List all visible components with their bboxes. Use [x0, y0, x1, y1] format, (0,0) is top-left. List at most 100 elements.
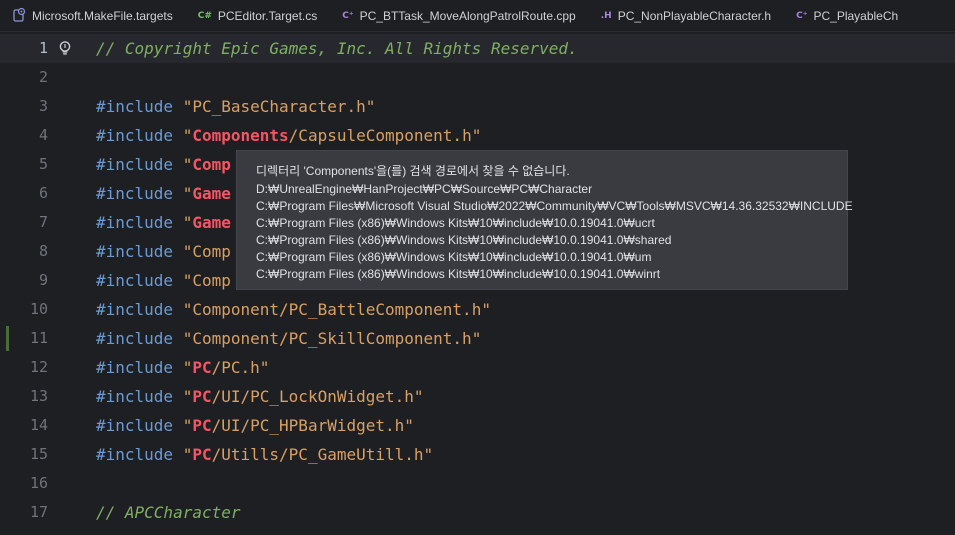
- editor-tab[interactable]: C⁺ PC_BTTask_MoveAlongPatrolRoute.cpp: [329, 0, 587, 31]
- code-token: #include: [96, 155, 183, 174]
- code-token: Components: [192, 126, 289, 145]
- editor-tab-label: PCEditor.Target.cs: [217, 8, 318, 23]
- code-token: PC: [192, 358, 212, 377]
- code-token: #include: [96, 416, 183, 435]
- code-token: PC: [192, 416, 212, 435]
- line-number: 2: [38, 68, 48, 86]
- csharp-file-icon: C#: [197, 10, 212, 21]
- line-number: 17: [29, 503, 48, 521]
- code-token: "PC_BaseCharacter.h": [182, 97, 376, 116]
- code-token: Game: [192, 184, 231, 203]
- code-token: #include: [96, 184, 183, 203]
- code-token: // APCCharacter: [96, 503, 241, 522]
- tooltip-path-list: D:₩UnrealEngine₩HanProject₩PC₩Source₩PC₩…: [256, 181, 853, 283]
- code-line[interactable]: 1 // Copyright Epic Games, Inc. All Right…: [0, 34, 955, 63]
- editor-tab-label: Microsoft.MakeFile.targets: [32, 8, 173, 23]
- code-text: #include "Component/PC_SkillComponent.h": [96, 324, 481, 353]
- code-text: #include "PC_BaseCharacter.h": [96, 92, 375, 121]
- code-token: ": [182, 387, 193, 406]
- code-token: #include: [96, 213, 183, 232]
- code-line[interactable]: 2: [0, 63, 955, 92]
- code-token: #include: [96, 126, 183, 145]
- editor-tab-label: PC_BTTask_MoveAlongPatrolRoute.cpp: [359, 8, 576, 23]
- code-line[interactable]: 10 #include "Component/PC_BattleComponent…: [0, 295, 955, 324]
- line-number: 1: [38, 39, 48, 57]
- code-token: #include: [96, 445, 183, 464]
- code-text: #include "PC/PC.h": [96, 353, 269, 382]
- code-text: // APCCharacter: [96, 498, 241, 527]
- code-token: "Comp: [182, 271, 231, 290]
- code-text: #include "Component/PC_BattleComponent.h…: [96, 295, 491, 324]
- code-text: #include "Game: [96, 208, 231, 237]
- code-line[interactable]: 14 #include "PC/UI/PC_HPBarWidget.h": [0, 411, 955, 440]
- line-number: 10: [29, 300, 48, 318]
- line-number: 3: [38, 97, 48, 115]
- code-line[interactable]: 17 // APCCharacter: [0, 498, 955, 527]
- cpp-file-icon: C⁺: [342, 10, 354, 21]
- code-token: #include: [96, 387, 183, 406]
- code-line[interactable]: 16: [0, 469, 955, 498]
- lightbulb-icon[interactable]: [57, 40, 73, 56]
- code-token: #include: [96, 358, 183, 377]
- code-token: #include: [96, 242, 183, 261]
- code-token: ": [182, 155, 193, 174]
- code-token: /PC.h": [211, 358, 270, 377]
- line-number: 12: [29, 358, 48, 376]
- code-text: #include "Comp: [96, 266, 231, 295]
- code-text: #include "PC/UI/PC_LockOnWidget.h": [96, 382, 424, 411]
- code-token: ": [182, 126, 193, 145]
- line-number: 6: [38, 184, 48, 202]
- code-token: // Copyright Epic Games, Inc. All Rights…: [96, 39, 578, 58]
- code-line[interactable]: 11 #include "Component/PC_SkillComponent.…: [0, 324, 955, 353]
- code-text: #include "Comp: [96, 237, 231, 266]
- code-token: #include: [96, 97, 183, 116]
- code-token: #include: [96, 300, 183, 319]
- code-token: #include: [96, 271, 183, 290]
- msbuild-file-icon: [13, 7, 26, 25]
- code-token: /UI/PC_LockOnWidget.h": [211, 387, 424, 406]
- code-token: ": [182, 184, 193, 203]
- error-tooltip: 디렉터리 'Components'을(를) 검색 경로에서 찾을 수 없습니다.…: [236, 150, 853, 290]
- code-line[interactable]: 13 #include "PC/UI/PC_LockOnWidget.h": [0, 382, 955, 411]
- search-path: C:₩Program Files (x86)₩Windows Kits₩10₩i…: [256, 250, 652, 264]
- header-file-icon: .H: [600, 10, 612, 21]
- editor-tab-label: PC_NonPlayableCharacter.h: [617, 8, 772, 23]
- code-token: ": [182, 213, 193, 232]
- code-token: "Component/PC_SkillComponent.h": [182, 329, 482, 348]
- code-text: #include "Comp: [96, 150, 231, 179]
- line-number: 9: [38, 271, 48, 289]
- code-token: PC: [192, 445, 212, 464]
- line-number: 5: [38, 155, 48, 173]
- search-path: C:₩Program Files (x86)₩Windows Kits₩10₩i…: [256, 216, 655, 230]
- code-line[interactable]: 4 #include "Components/CapsuleComponent.h…: [0, 121, 955, 150]
- code-line[interactable]: 12 #include "PC/PC.h": [0, 353, 955, 382]
- cpp-file-icon: C⁺: [796, 10, 808, 21]
- code-token: /UI/PC_HPBarWidget.h": [211, 416, 414, 435]
- editor-tab[interactable]: C⁺ PC_PlayableCh: [783, 0, 910, 31]
- line-number: 13: [29, 387, 48, 405]
- code-line[interactable]: 3 #include "PC_BaseCharacter.h": [0, 92, 955, 121]
- editor-tab[interactable]: Microsoft.MakeFile.targets: [0, 0, 185, 31]
- line-number: 14: [29, 416, 48, 434]
- search-path: C:₩Program Files (x86)₩Windows Kits₩10₩i…: [256, 267, 661, 281]
- code-token: /Utills/PC_GameUtill.h": [211, 445, 434, 464]
- editor-tab[interactable]: C# PCEditor.Target.cs: [185, 0, 330, 31]
- code-token: "Comp: [182, 242, 231, 261]
- editor-tab-label: PC_PlayableCh: [813, 8, 899, 23]
- code-line[interactable]: 15 #include "PC/Utills/PC_GameUtill.h": [0, 440, 955, 469]
- search-path: C:₩Program Files (x86)₩Windows Kits₩10₩i…: [256, 233, 672, 247]
- line-number: 16: [29, 474, 48, 492]
- code-token: ": [182, 445, 193, 464]
- code-token: /CapsuleComponent.h": [288, 126, 482, 145]
- code-text: // Copyright Epic Games, Inc. All Rights…: [96, 34, 578, 63]
- code-text: #include "Components/CapsuleComponent.h": [96, 121, 481, 150]
- search-path: D:₩UnrealEngine₩HanProject₩PC₩Source₩PC₩…: [256, 182, 593, 196]
- code-token: #include: [96, 329, 183, 348]
- search-path: C:₩Program Files₩Microsoft Visual Studio…: [256, 199, 853, 213]
- code-token: ": [182, 358, 193, 377]
- editor-tab-bar: Microsoft.MakeFile.targets C# PCEditor.Tar…: [0, 0, 955, 32]
- tooltip-title: 디렉터리 'Components'을(를) 검색 경로에서 찾을 수 없습니다.: [256, 164, 570, 178]
- code-token: "Component/PC_BattleComponent.h": [182, 300, 491, 319]
- code-text: #include "Game: [96, 179, 231, 208]
- editor-tab[interactable]: .H PC_NonPlayableCharacter.h: [588, 0, 783, 31]
